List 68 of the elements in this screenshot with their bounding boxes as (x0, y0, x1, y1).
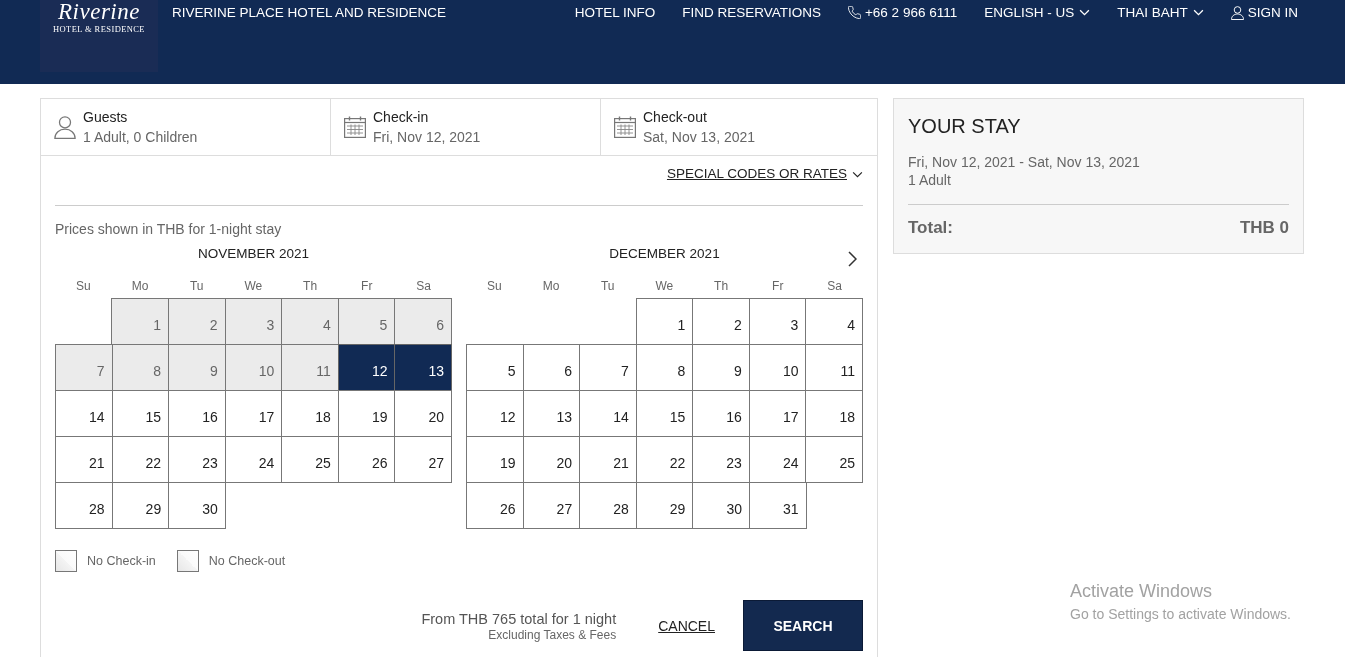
next-month-button[interactable] (848, 251, 857, 267)
weekday-label: Tu (188, 279, 205, 294)
calendar-day[interactable]: 5 (466, 344, 524, 391)
search-button[interactable]: SEARCH (743, 600, 863, 651)
stay-dates: Fri, Nov 12, 2021 - Sat, Nov 13, 2021 (908, 153, 1141, 171)
date-selector[interactable]: Check-in Fri, Nov 12, 2021 (331, 99, 601, 155)
phone-icon (847, 6, 861, 19)
date-selector[interactable]: Check-out Sat, Nov 13, 2021 (601, 99, 877, 155)
price-footnote: Excluding Taxes & Fees (488, 627, 617, 642)
user-icon (1230, 5, 1244, 20)
nav-dropdown[interactable]: ENGLISH - US (984, 4, 1091, 21)
month-title: NOVEMBER 2021 (197, 245, 309, 263)
user-icon (54, 116, 76, 139)
chevron-down-icon (1079, 9, 1091, 16)
calendar-day[interactable]: 20 (394, 390, 453, 437)
total-label: Total: (908, 217, 953, 239)
stay-guests: 1 Adult (908, 171, 952, 189)
logo-tile[interactable]: Riverine HOTEL & RESIDENCE (40, 0, 158, 72)
nav-dropdown[interactable]: THAI BAHT (1117, 4, 1204, 21)
calendar-day[interactable]: 31 (748, 482, 807, 529)
calendar-day[interactable]: 26 (466, 482, 524, 529)
price-summary: From THB 765 total for 1 night (421, 609, 617, 628)
nav-link[interactable]: HOTEL INFO (574, 4, 656, 21)
weekday-label: Mo (541, 279, 561, 294)
weekday-label: Su (486, 279, 503, 294)
weekday-label: Th (713, 279, 730, 294)
guests-selector[interactable]: Guests 1 Adult, 0 Children (41, 99, 331, 155)
month-title: DECEMBER 2021 (609, 245, 720, 263)
calendar-day[interactable]: 25 (805, 436, 864, 483)
activation-message: Go to Settings to activate Windows. (1070, 605, 1291, 624)
calendar-icon (614, 116, 636, 138)
special-codes-link[interactable]: SPECIAL CODES OR RATES (666, 165, 863, 183)
chevron-down-icon (1192, 9, 1204, 16)
calendar-day[interactable]: 13 (394, 344, 453, 391)
calendar-day[interactable]: 28 (55, 482, 113, 529)
your-stay-title: YOUR STAY (908, 114, 1022, 138)
nav-link[interactable]: FIND RESERVATIONS (682, 4, 821, 21)
weekday-label: Fr (771, 279, 785, 294)
weekday-label: Sa (415, 279, 432, 294)
weekday-label: Tu (599, 279, 616, 294)
total-value: THB 0 (1239, 217, 1289, 239)
price-note: Prices shown in THB for 1-night stay (55, 220, 283, 238)
calendar-icon (344, 116, 366, 138)
legend-swatch-icon (55, 550, 77, 572)
legend-label: No Check-out (208, 554, 286, 568)
weekday-label: We (243, 279, 264, 294)
weekday-label: Su (75, 279, 92, 294)
activation-title: Activate Windows (1070, 580, 1214, 602)
sign-in-link[interactable]: SIGN IN (1230, 4, 1298, 21)
logo-tagline: HOTEL & RESIDENCE (53, 24, 145, 34)
calendar-day[interactable]: 27 (394, 436, 453, 483)
legend-swatch-icon (176, 550, 199, 572)
weekday-label: Th (302, 279, 319, 294)
weekday-label: Fr (360, 279, 374, 294)
weekday-label: Mo (130, 279, 150, 294)
weekday-label: Sa (826, 279, 843, 294)
calendar-day[interactable]: 12 (337, 344, 396, 391)
calendar-day[interactable]: 1 (635, 298, 694, 345)
legend-label: No Check-in (87, 554, 156, 568)
chevron-right-icon (848, 251, 857, 267)
calendar-day[interactable]: 30 (168, 482, 226, 529)
cancel-link[interactable]: CANCEL (658, 617, 715, 634)
chevron-down-icon (852, 170, 863, 178)
calendar-day[interactable]: 4 (805, 298, 863, 345)
weekday-label: We (654, 279, 675, 294)
hotel-name: RIVERINE PLACE HOTEL AND RESIDENCE (172, 4, 447, 21)
phone-link[interactable]: +66 2 966 6111 (847, 4, 958, 21)
logo-wordmark: Riverine (58, 0, 140, 24)
